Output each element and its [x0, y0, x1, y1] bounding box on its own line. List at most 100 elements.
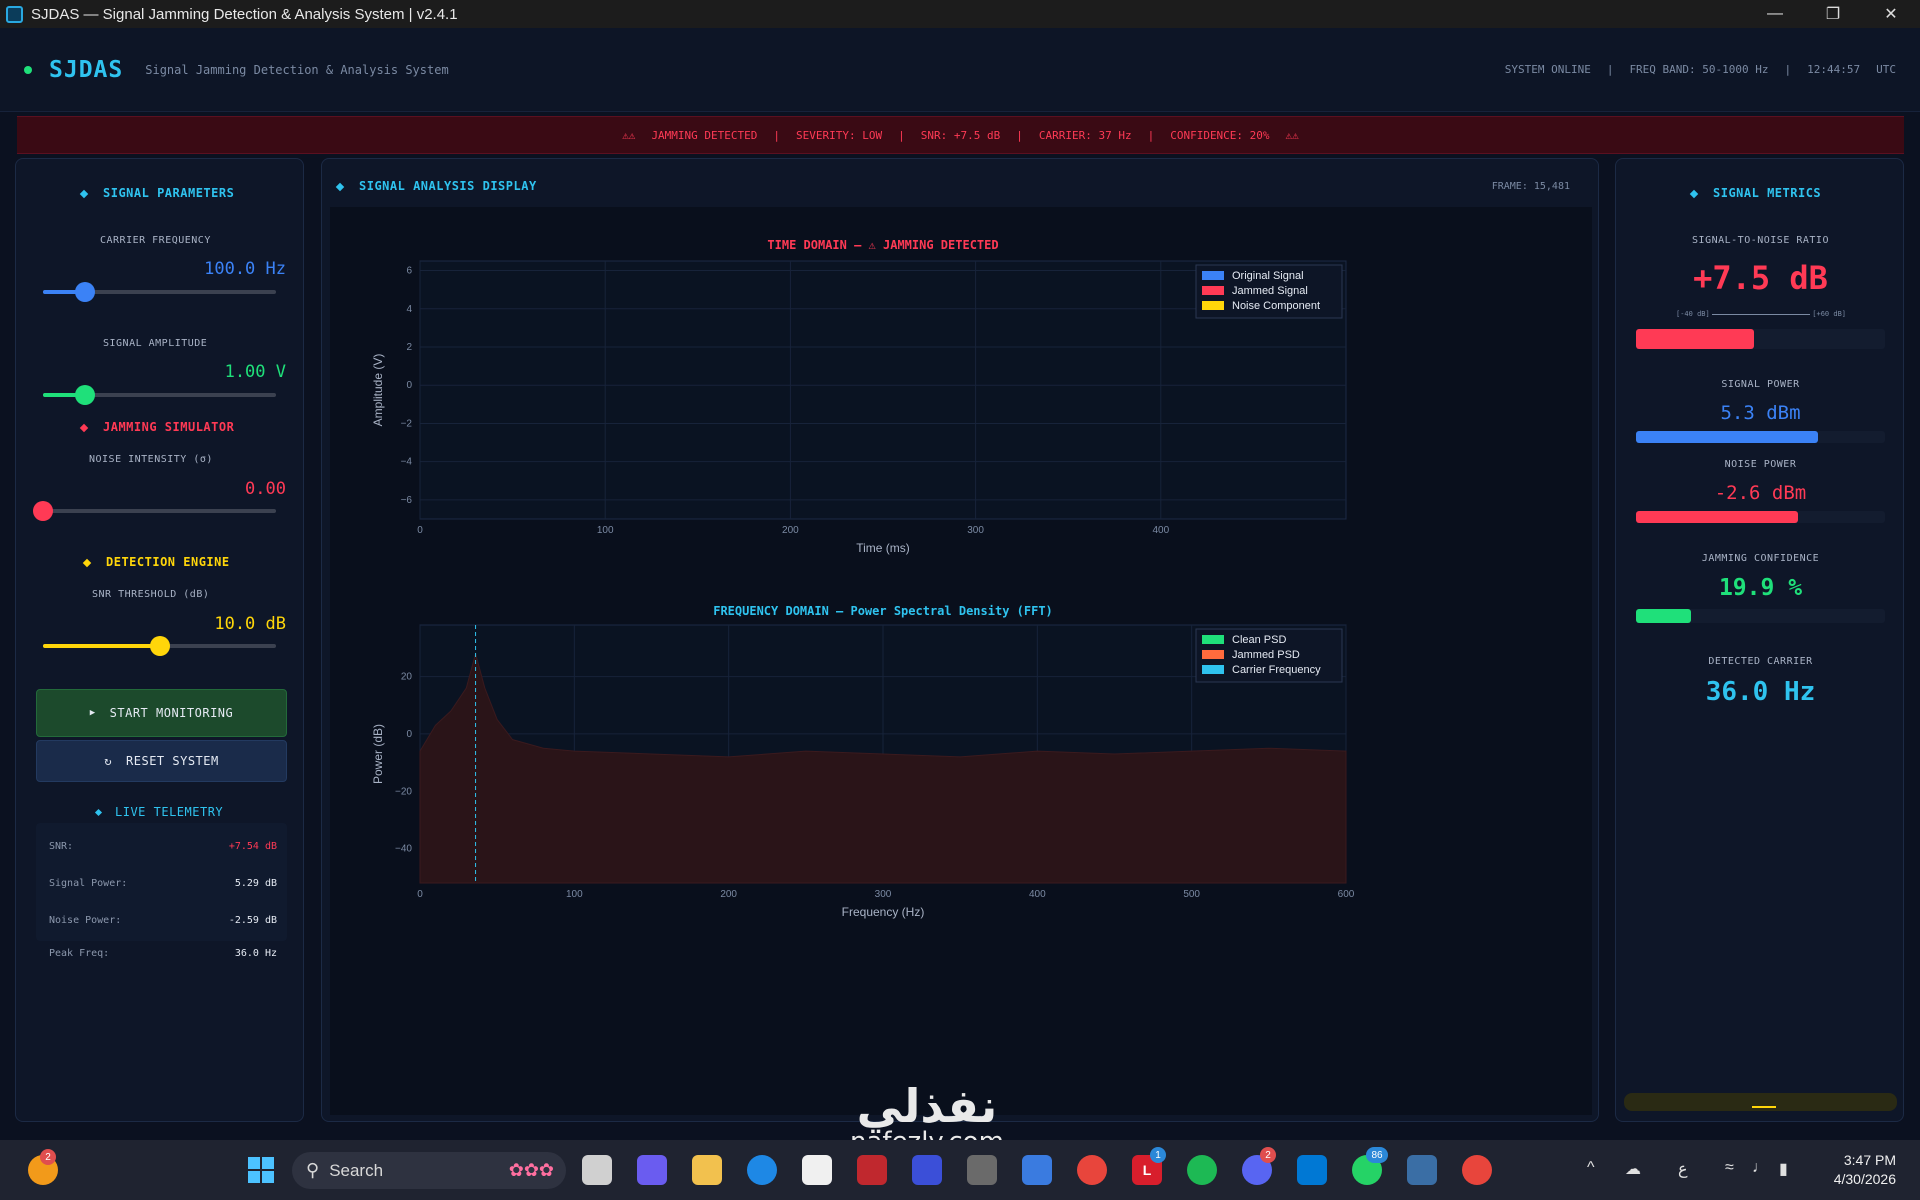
- app-blue-icon[interactable]: [912, 1155, 942, 1185]
- chrome-profile-icon[interactable]: [1462, 1155, 1492, 1185]
- scale-line: [1711, 313, 1811, 315]
- start-monitoring-button[interactable]: ▶ START MONITORING: [36, 689, 287, 737]
- x-tick-label: 300: [967, 525, 984, 536]
- signal-power-bar: [1636, 431, 1885, 443]
- legend-swatch: [1202, 665, 1224, 674]
- telemetry-row: SNR: +7.54 dB: [49, 841, 277, 852]
- start-windows-icon[interactable]: [246, 1155, 276, 1185]
- telemetry-key: Signal Power:: [49, 878, 128, 889]
- legend-swatch: [1202, 301, 1224, 310]
- chrome-icon[interactable]: [1077, 1155, 1107, 1185]
- signal-amplitude-slider[interactable]: [43, 385, 276, 405]
- copilot-icon[interactable]: [637, 1155, 667, 1185]
- signal-metrics-title: SIGNAL METRICS: [1689, 186, 1822, 200]
- chevron-up-icon[interactable]: ^: [1587, 1159, 1595, 1177]
- x-tick-label: 200: [720, 889, 737, 900]
- legend-swatch: [1202, 635, 1224, 644]
- indicator-mark: [1752, 1106, 1776, 1108]
- restore-icon[interactable]: ❐: [1804, 0, 1862, 28]
- onedrive-icon[interactable]: ☁: [1625, 1159, 1641, 1179]
- reset-system-button[interactable]: ↻ RESET SYSTEM: [36, 740, 287, 782]
- slider-thumb[interactable]: [74, 282, 95, 302]
- status-online: SYSTEM ONLINE: [1504, 63, 1591, 76]
- noise-intensity-slider[interactable]: [33, 501, 276, 521]
- python-icon[interactable]: [1407, 1155, 1437, 1185]
- app-red-icon[interactable]: [857, 1155, 887, 1185]
- slider-thumb[interactable]: [74, 385, 95, 405]
- snr-scale-min: [-40 dB]: [1676, 310, 1710, 318]
- app-gray-icon[interactable]: [967, 1155, 997, 1185]
- alert-snr: SNR: +7.5 dB: [920, 128, 1001, 142]
- legend-swatch: [1202, 271, 1224, 280]
- y-tick-label: 0: [406, 729, 412, 740]
- brand-logo: SJDAS: [49, 56, 124, 83]
- y-tick-label: −40: [395, 844, 412, 855]
- spotify-icon[interactable]: [1187, 1155, 1217, 1185]
- signal-parameters-title: SIGNAL PARAMETERS: [79, 186, 234, 200]
- telemetry-value: 5.29 dB: [234, 878, 277, 889]
- x-axis-label: Frequency (Hz): [842, 905, 925, 919]
- snr-value: +7.5 dB: [1693, 259, 1828, 297]
- wifi-icon[interactable]: ≈: [1725, 1159, 1734, 1177]
- taskbar-search[interactable]: ⚲ Search ✿✿✿: [292, 1152, 566, 1189]
- taskbar-clock[interactable]: 3:47 PM 4/30/2026: [1834, 1151, 1896, 1189]
- slider-fill: [43, 644, 160, 648]
- app-header: SJDAS Signal Jamming Detection & Analysi…: [0, 28, 1920, 112]
- y-tick-label: 6: [406, 266, 412, 277]
- frame-counter: FRAME: 15,481: [1491, 181, 1570, 192]
- volume-icon[interactable]: ♩: [1752, 1159, 1768, 1177]
- warning-icon: ⚠⚠: [622, 128, 636, 142]
- alert-separator: |: [1016, 128, 1023, 142]
- alert-carrier: CARRIER: 37 Hz: [1038, 128, 1132, 142]
- telemetry-key: SNR:: [49, 841, 74, 852]
- chart-title: FREQUENCY DOMAIN — Power Spectral Densit…: [713, 604, 1053, 618]
- diamond-icon: [79, 423, 89, 432]
- x-tick-label: 200: [782, 525, 799, 536]
- signal-metrics-panel: SIGNAL METRICS SIGNAL-TO-NOISE RATIO +7.…: [1615, 158, 1904, 1122]
- vscode-icon[interactable]: [1297, 1155, 1327, 1185]
- status-time: 12:44:57: [1807, 63, 1861, 76]
- snr-threshold-slider[interactable]: [43, 636, 276, 656]
- section-title-text: DETECTION ENGINE: [106, 555, 230, 569]
- legend-label: Carrier Frequency: [1232, 664, 1321, 676]
- x-tick-label: 0: [417, 889, 423, 900]
- battery-icon[interactable]: ▮: [1779, 1159, 1788, 1179]
- play-icon: ▶: [89, 708, 96, 718]
- slider-thumb[interactable]: [149, 636, 170, 656]
- legend-label: Noise Component: [1232, 300, 1320, 312]
- file-explorer-icon[interactable]: [692, 1155, 722, 1185]
- status-indicator-bar: [1624, 1093, 1897, 1111]
- edge-icon[interactable]: [747, 1155, 777, 1185]
- store-icon[interactable]: [802, 1155, 832, 1185]
- noise-power-bar: [1636, 511, 1885, 523]
- bar-fill: [1636, 431, 1818, 443]
- x-tick-label: 400: [1152, 525, 1169, 536]
- x-tick-label: 100: [566, 889, 583, 900]
- jamming-alert-banner: ⚠⚠ JAMMING DETECTED | SEVERITY: LOW | SN…: [17, 116, 1904, 154]
- snr-threshold-value: 10.0 dB: [214, 614, 286, 634]
- app-subtitle: Signal Jamming Detection & Analysis Syst…: [145, 62, 449, 77]
- language-indicator[interactable]: ع: [1678, 1159, 1688, 1179]
- noise-intensity-value: 0.00: [245, 479, 286, 499]
- jamming-simulator-title: JAMMING SIMULATOR: [79, 420, 234, 434]
- legend-label: Jammed PSD: [1232, 649, 1300, 661]
- jamming-confidence-bar: [1636, 609, 1885, 623]
- task-view-icon[interactable]: [582, 1155, 612, 1185]
- close-icon[interactable]: ✕: [1862, 0, 1920, 28]
- minimize-icon[interactable]: —: [1746, 0, 1804, 28]
- app-mail-icon[interactable]: [1022, 1155, 1052, 1185]
- tulips-icon: ✿✿✿: [508, 1160, 554, 1180]
- y-tick-label: 0: [406, 380, 412, 391]
- notification-badge: 2: [40, 1149, 56, 1165]
- header-status: SYSTEM ONLINE | FREQ BAND: 50-1000 Hz | …: [1505, 63, 1896, 76]
- window-titlebar[interactable]: SJDAS — Signal Jamming Detection & Analy…: [0, 0, 1920, 28]
- x-tick-label: 0: [417, 525, 423, 536]
- carrier-frequency-slider[interactable]: [43, 282, 276, 302]
- slider-thumb[interactable]: [33, 501, 53, 521]
- legend-swatch: [1202, 286, 1224, 295]
- legend-label: Clean PSD: [1232, 634, 1286, 646]
- x-tick-label: 300: [875, 889, 892, 900]
- section-title-text: SIGNAL METRICS: [1713, 186, 1822, 200]
- diamond-icon: [82, 558, 92, 567]
- signal-power-label: SIGNAL POWER: [1721, 379, 1800, 390]
